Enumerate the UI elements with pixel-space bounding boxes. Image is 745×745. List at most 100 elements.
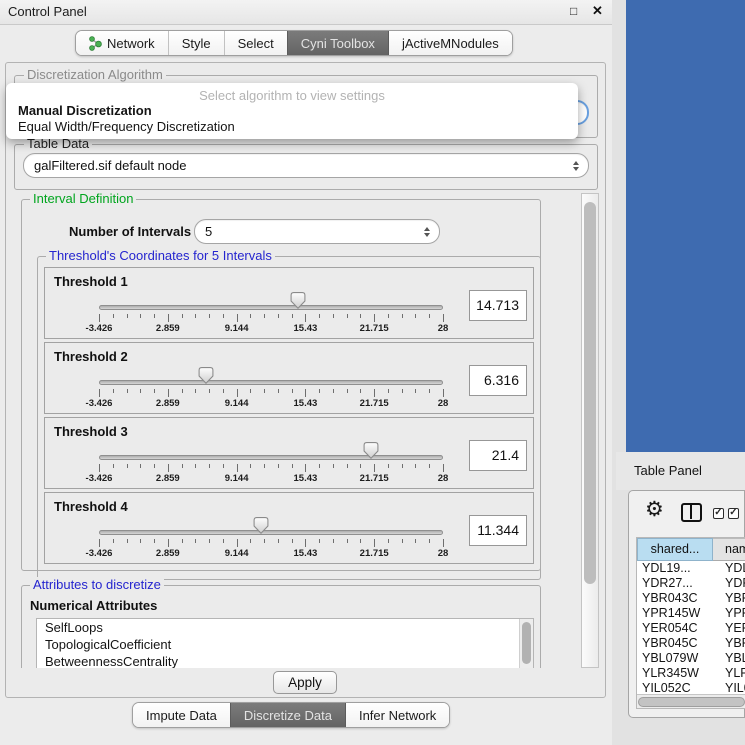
threshold-slider[interactable]: -3.4262.8599.14415.4321.71528 (99, 493, 443, 565)
tab-cyni-toolbox[interactable]: Cyni Toolbox (287, 31, 388, 55)
numerical-attributes-list[interactable]: SelfLoopsTopologicalCoefficientBetweenne… (36, 618, 534, 668)
tick-mark (209, 389, 210, 393)
table-header: shared... name (637, 538, 745, 561)
attribute-item[interactable]: BetweennessCentrality (37, 653, 533, 668)
slider-track[interactable] (99, 305, 443, 310)
tick-mark (429, 389, 430, 393)
thresholds-group: Threshold's Coordinates for 5 Intervals … (37, 256, 541, 580)
thresholds-group-title: Threshold's Coordinates for 5 Intervals (46, 248, 275, 263)
column-header-shared-name[interactable]: shared... (637, 538, 713, 561)
tab-discretize-data[interactable]: Discretize Data (230, 703, 345, 727)
float-window-icon[interactable]: □ (570, 4, 577, 18)
slider-ticks (99, 314, 443, 323)
tick-mark (360, 389, 361, 393)
table-cell: YPR145W (637, 606, 713, 621)
slider-track[interactable] (99, 530, 443, 535)
table-cell: YIL052C (637, 681, 713, 694)
network-window-frame[interactable]: GAL80GACGAL11GAL4GCY1HHAP2 (626, 0, 745, 452)
threshold-row: Threshold 4 -3.4262.8599.14415.4321.7152… (44, 492, 534, 564)
tick-mark (415, 389, 416, 393)
table-row[interactable]: YDR27...YDR2 (637, 576, 745, 591)
tab-label: Infer Network (359, 708, 436, 723)
number-of-intervals-combobox[interactable]: 5 (194, 219, 440, 244)
slider-thumb-icon[interactable] (363, 442, 378, 459)
table-row[interactable]: YPR145WYPR1 (637, 606, 745, 621)
apply-button[interactable]: Apply (273, 671, 337, 694)
threshold-row: Threshold 2 -3.4262.8599.14415.4321.7152… (44, 342, 534, 414)
tick-mark (333, 314, 334, 318)
close-icon[interactable]: ✕ (592, 3, 603, 19)
slider-thumb-icon[interactable] (198, 367, 213, 384)
tab-label: Impute Data (146, 708, 217, 723)
table-horizontal-scrollbar[interactable] (637, 694, 745, 709)
tab-impute-data[interactable]: Impute Data (133, 703, 230, 727)
tick-label: 28 (438, 473, 449, 484)
tick-mark (154, 464, 155, 468)
tick-mark (140, 539, 141, 543)
tab-style[interactable]: Style (168, 31, 224, 55)
threshold-slider[interactable]: -3.4262.8599.14415.4321.71528 (99, 343, 443, 415)
tab-jactivemnodules[interactable]: jActiveMNodules (388, 31, 512, 55)
table-row[interactable]: YBR043CYBR0 (637, 591, 745, 606)
table-scrollbar-thumb[interactable] (638, 697, 745, 707)
tick-mark (305, 464, 306, 472)
list-scrollbar-thumb[interactable] (522, 622, 531, 664)
table-cell: YDL1 (713, 561, 745, 576)
table-cell: YBR045C (637, 636, 713, 651)
tick-mark (223, 389, 224, 393)
number-of-intervals-value: 5 (195, 224, 212, 239)
checkbox-icon[interactable]: ✓ (728, 508, 739, 519)
table-row[interactable]: YIL052CYIL0 (637, 681, 745, 694)
threshold-slider[interactable]: -3.4262.8599.14415.4321.71528 (99, 418, 443, 490)
threshold-value-field[interactable]: 11.344 (469, 515, 527, 546)
tick-mark (305, 314, 306, 322)
attribute-item[interactable]: SelfLoops (37, 619, 533, 636)
tick-mark (374, 314, 375, 322)
table-row[interactable]: YDL19...YDL1 (637, 561, 745, 576)
attributes-group-title: Attributes to discretize (30, 577, 164, 592)
tick-mark (374, 539, 375, 547)
tick-mark (99, 539, 100, 547)
list-scrollbar[interactable] (519, 619, 533, 668)
attribute-items: SelfLoopsTopologicalCoefficientBetweenne… (37, 619, 533, 668)
gear-icon[interactable]: ⚙ (645, 497, 664, 522)
attribute-item[interactable]: TopologicalCoefficient (37, 636, 533, 653)
threshold-value-field[interactable]: 6.316 (469, 365, 527, 396)
tab-network[interactable]: Network (76, 31, 168, 55)
settings-scrollbar-thumb[interactable] (584, 202, 596, 584)
tick-mark (415, 539, 416, 543)
tick-label: -3.426 (86, 398, 113, 409)
dropdown-item[interactable]: Equal Width/Frequency Discretization (6, 119, 578, 135)
table-row[interactable]: YLR345WYLR3 (637, 666, 745, 681)
threshold-value-field[interactable]: 14.713 (469, 290, 527, 321)
table-cell: YDR27... (637, 576, 713, 591)
tick-label: 28 (438, 548, 449, 559)
tick-mark (360, 539, 361, 543)
tick-mark (195, 539, 196, 543)
dropdown-item[interactable]: Manual Discretization (6, 103, 578, 119)
tick-mark (347, 389, 348, 393)
tick-mark (127, 539, 128, 543)
slider-thumb-icon[interactable] (290, 292, 305, 309)
slider-thumb-icon[interactable] (253, 517, 268, 534)
tab-select[interactable]: Select (224, 31, 287, 55)
column-header-name[interactable]: name (713, 538, 745, 561)
tick-mark (182, 539, 183, 543)
table-row[interactable]: YBR045CYBR0 (637, 636, 745, 651)
tab-infer-network[interactable]: Infer Network (345, 703, 449, 727)
threshold-row: Threshold 1 -3.4262.8599.14415.4321.7152… (44, 267, 534, 339)
table-cell: YPR1 (713, 606, 745, 621)
threshold-slider[interactable]: -3.4262.8599.14415.4321.71528 (99, 268, 443, 340)
slider-track[interactable] (99, 380, 443, 385)
columns-icon[interactable] (681, 503, 702, 522)
table-data-combobox[interactable]: galFiltered.sif default node (23, 153, 589, 178)
slider-track[interactable] (99, 455, 443, 460)
tick-mark (278, 314, 279, 318)
table-cell: YDL19... (637, 561, 713, 576)
checkbox-icon[interactable]: ✓ (713, 508, 724, 519)
threshold-value-field[interactable]: 21.4 (469, 440, 527, 471)
table-row[interactable]: YER054CYER0 (637, 621, 745, 636)
table-row[interactable]: YBL079WYBL0 (637, 651, 745, 666)
tick-mark (443, 539, 444, 547)
settings-scrollbar[interactable] (581, 193, 599, 668)
